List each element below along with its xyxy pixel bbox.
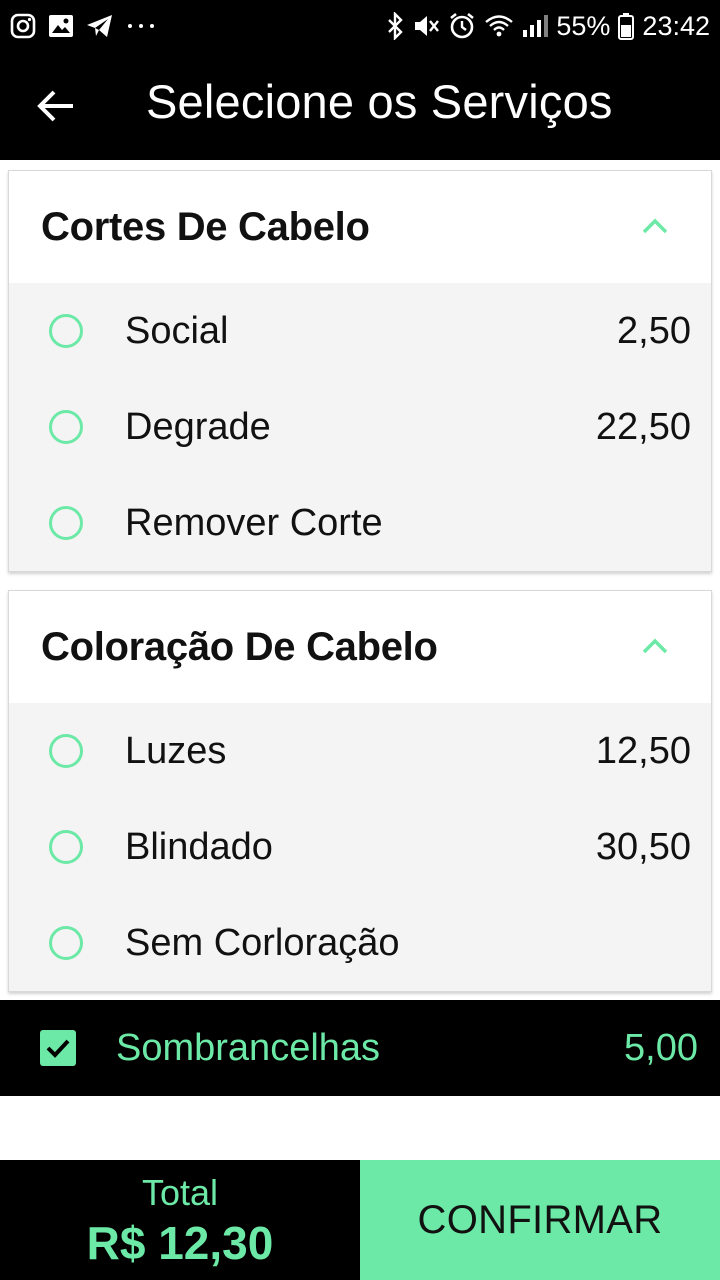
instagram-icon	[10, 13, 36, 39]
extra-service-sombrancelhas[interactable]: Sombrancelhas 5,00	[0, 1000, 720, 1096]
option-price: 22,50	[595, 405, 691, 448]
option-label: Remover Corte	[125, 501, 383, 544]
total-summary: Total R$ 12,30	[0, 1160, 360, 1280]
battery-icon	[618, 12, 635, 40]
chevron-up-icon	[641, 215, 669, 237]
radio-button[interactable]	[49, 410, 83, 444]
option-price: 12,50	[595, 729, 691, 772]
status-bar-right: 55% 23:42	[386, 11, 710, 42]
more-icon	[126, 22, 156, 30]
option-social[interactable]: Social 2,50	[9, 283, 711, 379]
radio-button[interactable]	[49, 830, 83, 864]
app-bar: Selecione os Serviços	[0, 52, 720, 160]
confirm-button[interactable]: CONFIRMAR	[360, 1160, 720, 1280]
mute-icon	[412, 13, 440, 39]
gallery-icon	[48, 14, 74, 38]
option-label: Blindado	[125, 825, 273, 868]
option-label: Social	[125, 309, 229, 352]
option-degrade[interactable]: Degrade 22,50	[9, 379, 711, 475]
option-sem-coloracao[interactable]: Sem Corloração	[9, 895, 711, 991]
radio-button[interactable]	[49, 314, 83, 348]
clock: 23:42	[642, 10, 710, 41]
back-button[interactable]	[30, 82, 82, 134]
page-title: Selecione os Serviços	[146, 75, 613, 128]
confirm-label: CONFIRMAR	[417, 1197, 663, 1242]
option-label: Degrade	[125, 405, 271, 448]
total-label: Total	[141, 1172, 219, 1213]
status-bar: 55% 23:42	[0, 0, 720, 52]
battery-percent: 55%	[556, 10, 611, 41]
bottom-bar: Total R$ 12,30 CONFIRMAR	[0, 1160, 720, 1280]
chevron-up-icon	[641, 635, 669, 657]
alarm-icon	[448, 12, 476, 40]
bluetooth-icon	[386, 12, 404, 40]
radio-button[interactable]	[49, 734, 83, 768]
radio-button[interactable]	[49, 506, 83, 540]
category-header-cortes[interactable]: Cortes De Cabelo	[9, 171, 711, 283]
category-title: Coloração De Cabelo	[41, 624, 438, 669]
radio-button[interactable]	[49, 926, 83, 960]
option-label: Luzes	[125, 729, 227, 772]
extra-price: 5,00	[624, 1026, 698, 1069]
signal-icon	[522, 14, 549, 38]
checkbox[interactable]	[40, 1030, 76, 1066]
extra-label: Sombrancelhas	[116, 1026, 381, 1069]
status-bar-left	[10, 13, 156, 39]
category-card-coloracao: Coloração De Cabelo Luzes 12,50 Blindado…	[8, 590, 712, 992]
option-label: Sem Corloração	[125, 921, 400, 964]
arrow-left-icon	[37, 89, 75, 128]
category-header-coloracao[interactable]: Coloração De Cabelo	[9, 591, 711, 703]
option-blindado[interactable]: Blindado 30,50	[9, 799, 711, 895]
option-price: 30,50	[595, 825, 691, 868]
option-price: 2,50	[617, 309, 691, 352]
wifi-icon	[484, 14, 514, 38]
option-remover-corte[interactable]: Remover Corte	[9, 475, 711, 571]
category-title: Cortes De Cabelo	[41, 204, 370, 249]
telegram-icon	[86, 14, 114, 38]
check-icon	[46, 1039, 70, 1058]
total-value: R$ 12,30	[86, 1217, 274, 1269]
category-card-cortes: Cortes De Cabelo Social 2,50 Degrade 22,…	[8, 170, 712, 572]
option-luzes[interactable]: Luzes 12,50	[9, 703, 711, 799]
